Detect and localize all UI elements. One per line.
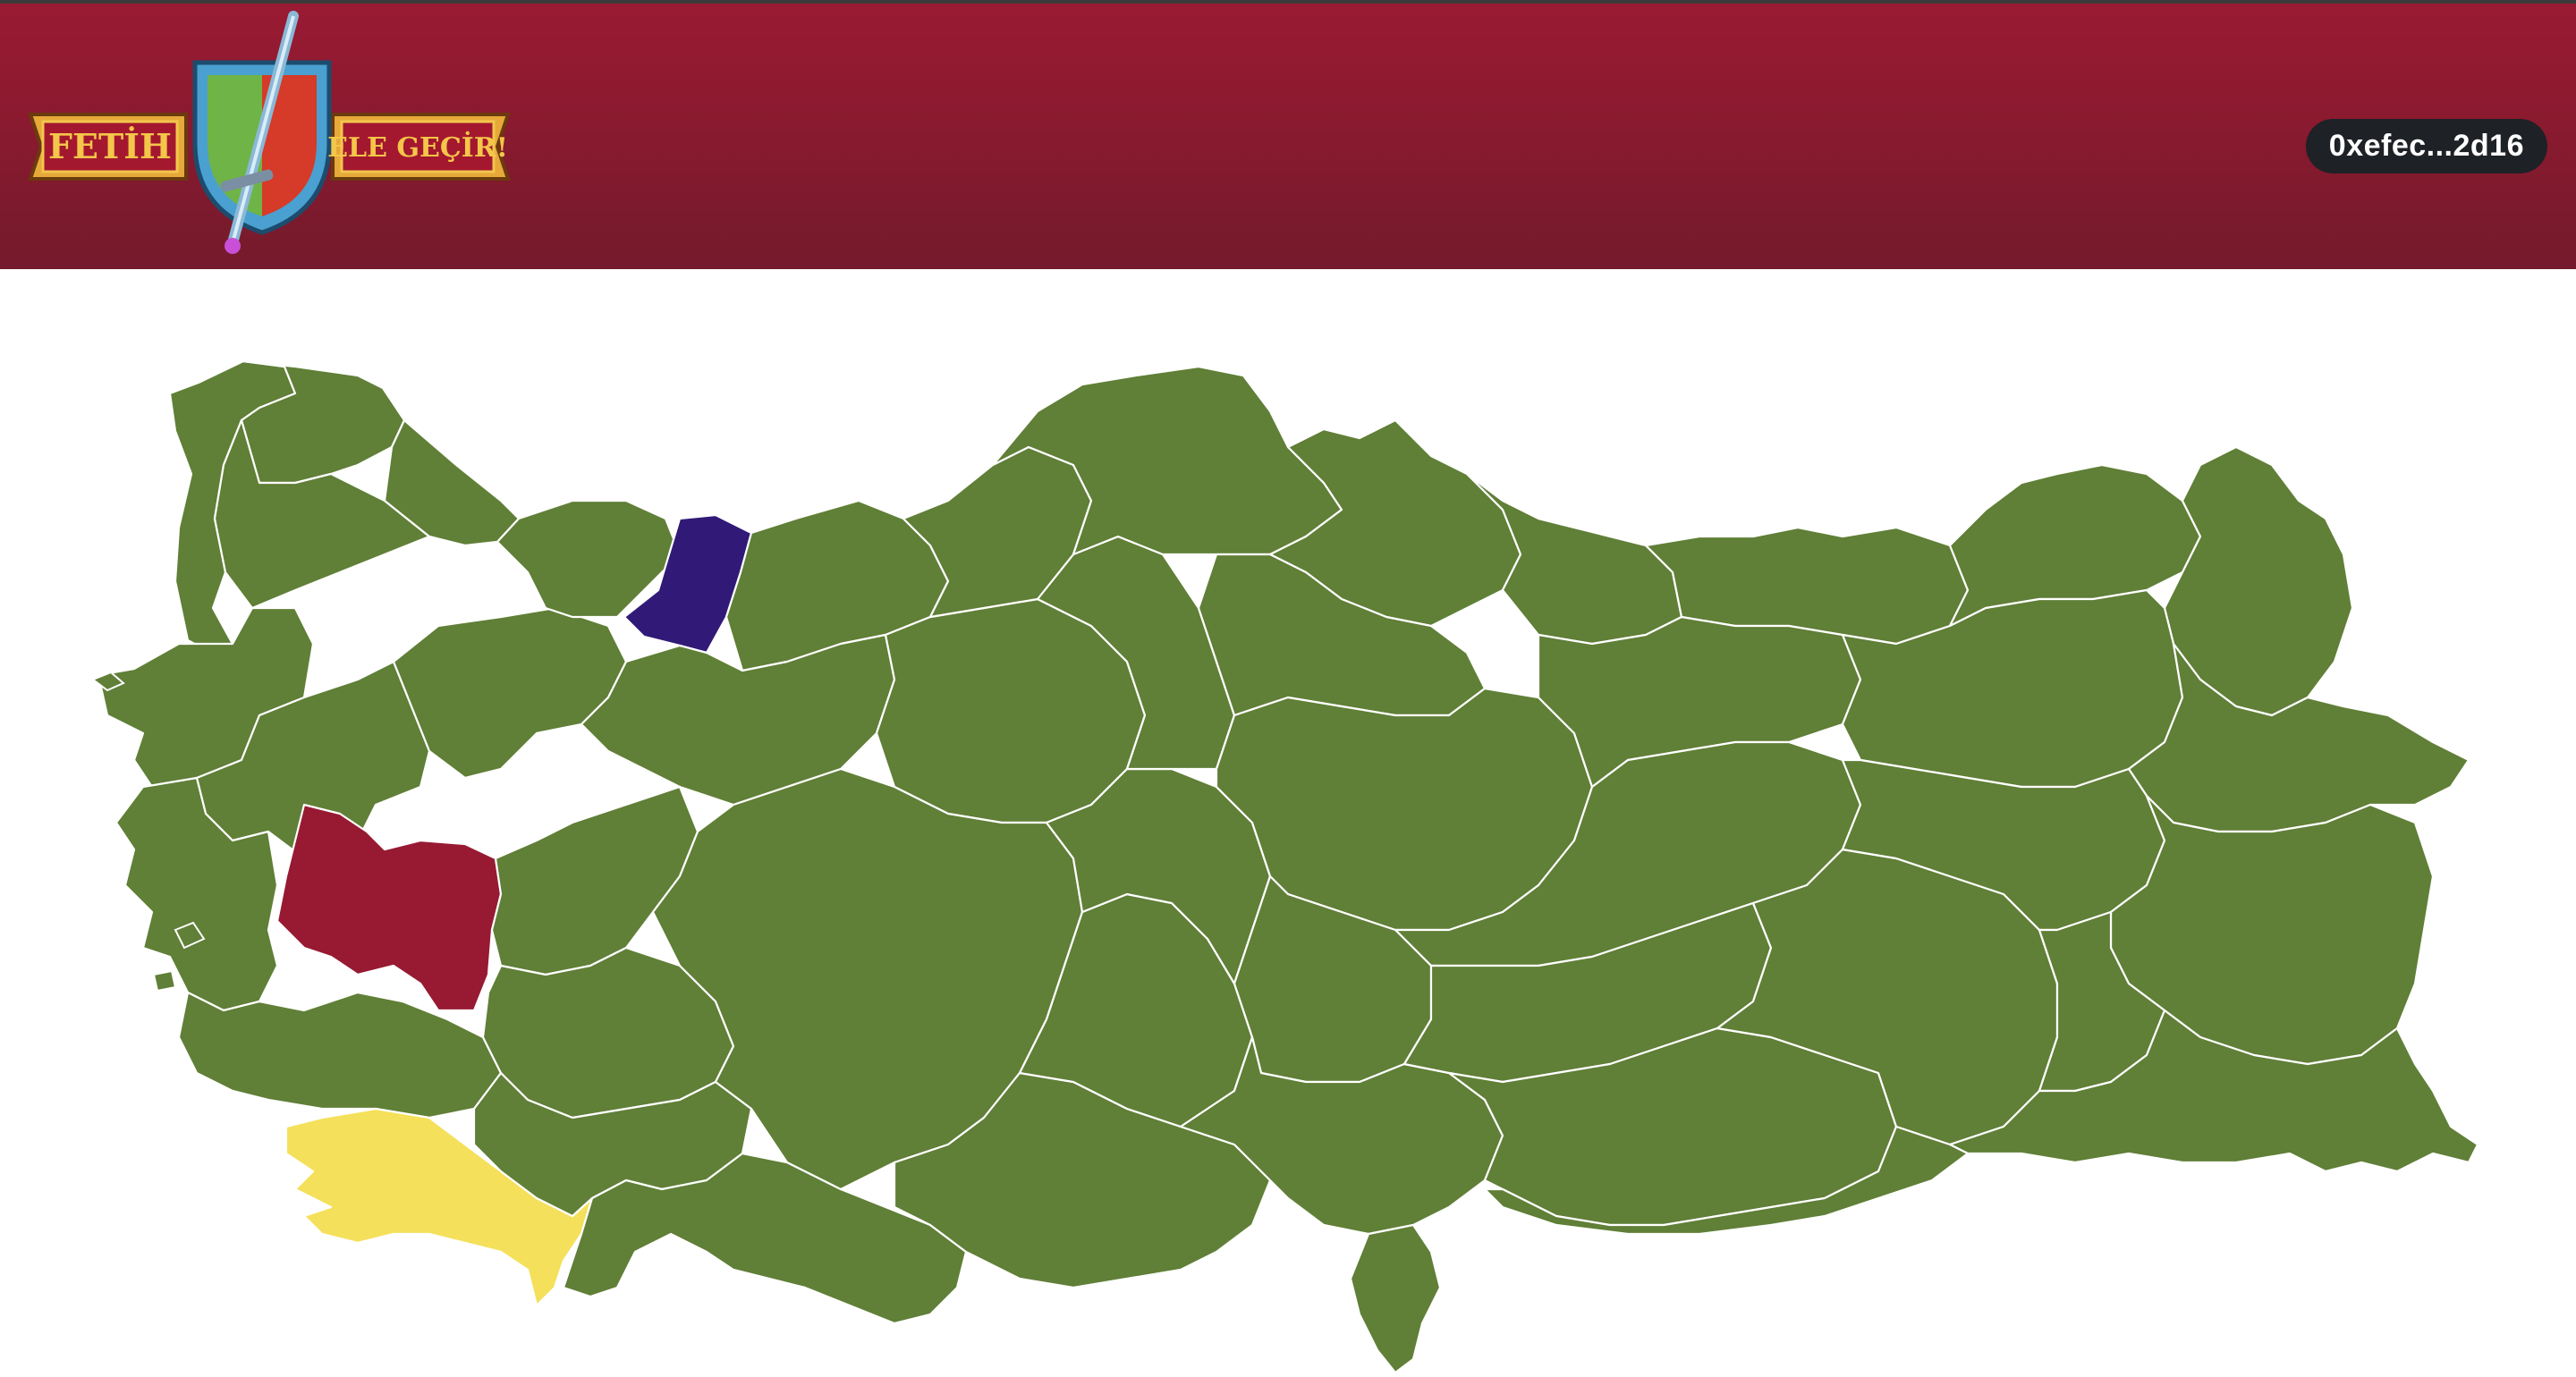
province-kutahya-usak[interactable] <box>490 785 699 976</box>
logo-graphic: FETİH ELE GEÇİR! <box>28 11 511 254</box>
province-manisa[interactable] <box>275 803 503 1012</box>
top-bar: FETİH ELE GEÇİR! 0xefec...2d16 <box>0 0 2576 269</box>
turkey-provinces <box>97 359 2479 1374</box>
wallet-address-button[interactable]: 0xefec...2d16 <box>2305 119 2547 173</box>
turkey-map <box>90 359 2479 1374</box>
logo-left-text: FETİH <box>48 126 172 166</box>
logo-right-text: ELE GEÇİR! <box>327 131 508 164</box>
fetih-logo[interactable]: FETİH ELE GEÇİR! <box>25 9 517 268</box>
province-hatay[interactable] <box>1349 1223 1442 1374</box>
map-area <box>0 269 2576 1377</box>
